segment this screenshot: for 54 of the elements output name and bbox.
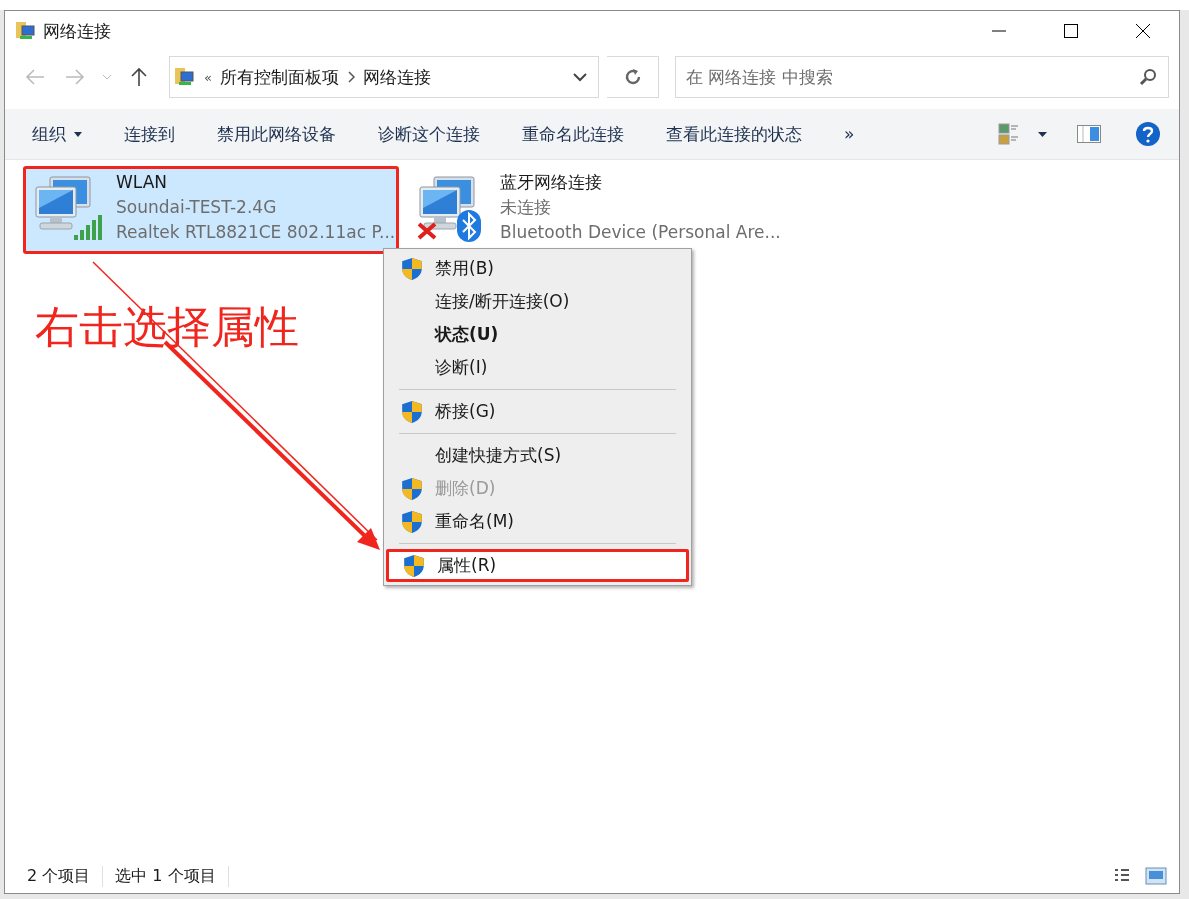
toolbar-button[interactable]: 重命名此连接 <box>501 114 645 154</box>
toolbar-button[interactable]: 组织 <box>11 114 103 154</box>
connection-status: 未连接 <box>500 196 552 219</box>
network-folder-icon <box>174 66 196 88</box>
menu-item[interactable]: 诊断(I) <box>387 351 688 384</box>
status-text: 选中 1 个项目 <box>113 865 229 887</box>
forward-arrow-icon <box>65 69 85 85</box>
search-field[interactable]: 在 网络连接 中搜索 <box>675 56 1169 98</box>
minimize-icon <box>991 30 1007 32</box>
breadcrumb[interactable]: 网络连接 <box>362 65 431 89</box>
network-connection-item[interactable]: WLAN Soundai-TEST-2.4G Realtek RTL8821CE 802.11ac P... <box>23 166 399 254</box>
annotation-text: 右击选择属性 <box>35 300 299 354</box>
menu-item[interactable]: 禁用(B) <box>387 252 688 285</box>
toolbar-button[interactable]: 查看此连接的状态 <box>645 114 823 154</box>
up-arrow-icon <box>131 67 147 87</box>
menu-item[interactable]: 连接/断开连接(O) <box>387 285 688 318</box>
menu-item[interactable]: 状态(U) <box>387 318 688 351</box>
back-arrow-icon <box>25 69 45 85</box>
refresh-button[interactable] <box>607 56 659 98</box>
close-icon <box>1135 23 1151 39</box>
toolbar-button[interactable]: 诊断这个连接 <box>357 114 501 154</box>
x-icon <box>416 221 438 241</box>
caret-icon <box>74 131 82 137</box>
caret-icon[interactable] <box>1038 131 1047 137</box>
device-name: Bluetooth Device (Personal Are... <box>500 221 781 244</box>
breadcrumb[interactable]: 所有控制面板项 <box>219 65 339 89</box>
toolbar-button[interactable]: 连接到 <box>103 114 196 154</box>
search-icon <box>1139 68 1157 86</box>
status-text: 2 个项目 <box>25 865 104 887</box>
connection-status: Soundai-TEST-2.4G <box>116 196 278 219</box>
maximize-icon <box>1063 23 1079 39</box>
toolbar-button[interactable]: » <box>823 114 876 154</box>
view-options-icon[interactable] <box>998 123 1020 145</box>
overflow-chevron[interactable]: « <box>204 69 212 85</box>
help-icon[interactable] <box>1135 121 1161 147</box>
preview-pane-icon[interactable] <box>1077 125 1101 143</box>
chevron-icon <box>346 71 355 83</box>
chevron-down-icon[interactable] <box>573 72 587 82</box>
menu-item[interactable]: 重命名(M) <box>387 505 688 538</box>
menu-item[interactable]: 桥接(G) <box>387 395 688 428</box>
device-name: Realtek RTL8821CE 802.11ac P... <box>116 221 396 244</box>
chevron-down-icon <box>102 74 112 80</box>
network-folder-icon <box>15 20 37 42</box>
connection-name: 蓝牙网络连接 <box>500 171 603 194</box>
window-title: 网络连接 <box>43 19 111 43</box>
large-icons-view-icon[interactable] <box>1145 867 1167 885</box>
menu-item[interactable]: 创建快捷方式(S) <box>387 439 688 472</box>
toolbar-button[interactable]: 禁用此网络设备 <box>196 114 357 154</box>
signal-bars-icon <box>72 213 104 241</box>
connection-name: WLAN <box>116 171 169 194</box>
bluetooth-icon <box>456 209 482 243</box>
network-connection-item[interactable]: 蓝牙网络连接 未连接 Bluetooth Device (Personal Are... <box>407 166 783 254</box>
menu-item[interactable]: 属性(R) <box>386 549 689 582</box>
address-bar[interactable]: « 所有控制面板项 网络连接 <box>169 56 599 98</box>
